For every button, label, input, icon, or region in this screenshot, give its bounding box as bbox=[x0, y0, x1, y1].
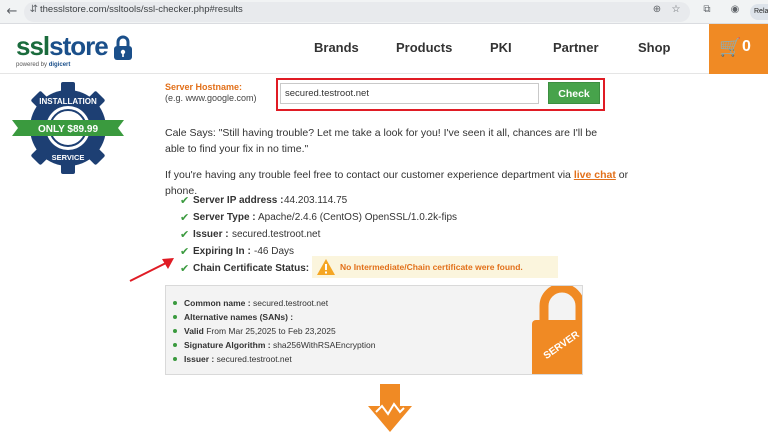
bookmark-star-icon[interactable]: ☆ bbox=[669, 3, 683, 17]
badge-top-text: INSTALLATION bbox=[39, 97, 97, 106]
cart-count: 0 bbox=[742, 38, 751, 55]
check-icon: ✔ bbox=[180, 245, 190, 258]
profile-icon[interactable]: ◉ bbox=[728, 3, 742, 17]
badge-price-text: ONLY $89.99 bbox=[38, 124, 98, 135]
cert-issuer: Issuer : secured.testroot.net bbox=[173, 354, 292, 364]
cart-button[interactable]: 🛒 0 bbox=[709, 24, 768, 74]
powered-by-text: powered by digicert bbox=[16, 62, 71, 68]
live-chat-link[interactable]: live chat bbox=[574, 169, 616, 181]
cart-icon: 🛒 bbox=[719, 37, 742, 58]
url-text[interactable]: thesslstore.com/ssltools/ssl-checker.php… bbox=[40, 4, 243, 15]
check-button[interactable]: Check bbox=[548, 82, 600, 104]
hostname-input[interactable] bbox=[280, 83, 539, 104]
warning-icon bbox=[317, 259, 335, 275]
cert-alt-names: Alternative names (SANs) : bbox=[173, 312, 293, 322]
installation-service-badge[interactable]: INSTALLATION ONLY $89.99 SERVICE bbox=[8, 78, 128, 178]
site-header: sslstore powered by digicert Brands Prod… bbox=[0, 24, 768, 74]
padlock-icon bbox=[114, 35, 132, 60]
extensions-icon[interactable]: ⧉ bbox=[700, 3, 714, 17]
nav-partner[interactable]: Partner bbox=[553, 40, 599, 55]
check-icon: ✔ bbox=[180, 262, 190, 275]
check-icon: ✔ bbox=[180, 228, 190, 241]
cert-validity: Valid From Mar 25,2025 to Feb 23,2025 bbox=[173, 326, 336, 336]
annotation-arrow-icon bbox=[129, 258, 174, 282]
logo-wordmark: sslstore bbox=[16, 31, 109, 61]
site-info-icon[interactable]: ⇵ bbox=[27, 3, 41, 17]
badge-bottom-text: SERVICE bbox=[52, 153, 85, 162]
zoom-icon[interactable]: ⊕ bbox=[650, 3, 664, 17]
nav-brands[interactable]: Brands bbox=[314, 40, 359, 55]
server-lock-icon: SERVER bbox=[532, 286, 582, 374]
cale-message: Cale Says: "Still having trouble? Let me… bbox=[165, 127, 598, 155]
nav-pki[interactable]: PKI bbox=[490, 40, 512, 55]
relaunch-button[interactable]: Relaunch bbox=[750, 4, 768, 20]
nav-products[interactable]: Products bbox=[396, 40, 452, 55]
back-icon[interactable]: ← bbox=[4, 4, 20, 20]
down-arrow-icon bbox=[368, 384, 412, 432]
hostname-hint: (e.g. www.google.com) bbox=[165, 93, 257, 103]
browser-toolbar: ← ⇵ thesslstore.com/ssltools/ssl-checker… bbox=[0, 0, 768, 24]
server-hostname-label: Server Hostname: bbox=[165, 82, 243, 92]
cert-signature-algorithm: Signature Algorithm : sha256WithRSAEncry… bbox=[173, 340, 375, 350]
check-icon: ✔ bbox=[180, 194, 190, 207]
certificate-details: Common name : secured.testroot.net Alter… bbox=[165, 285, 583, 375]
nav-shop[interactable]: Shop bbox=[638, 40, 671, 55]
warning-text: No Intermediate/Chain certificate were f… bbox=[340, 262, 523, 272]
check-icon: ✔ bbox=[180, 211, 190, 224]
cert-common-name: Common name : secured.testroot.net bbox=[173, 298, 328, 308]
chain-warning: No Intermediate/Chain certificate were f… bbox=[312, 256, 558, 278]
